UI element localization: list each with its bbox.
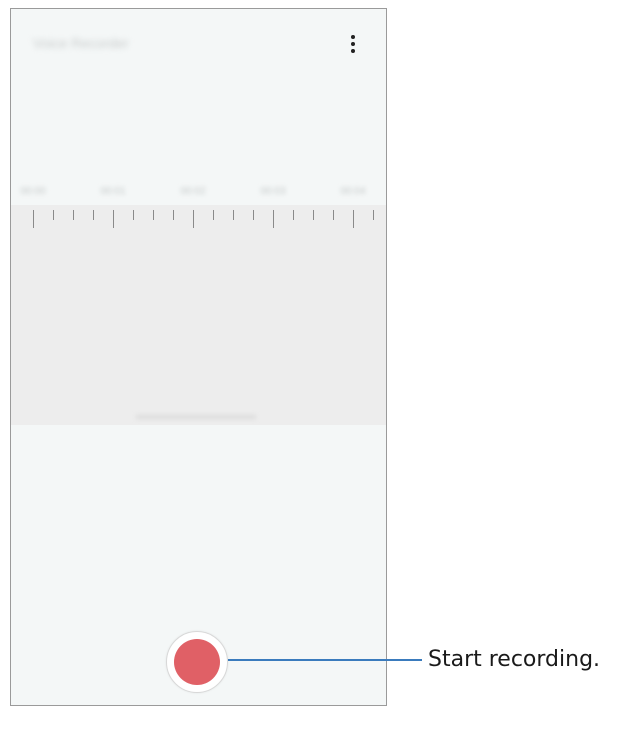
app-title: Voice Recorder [33,35,129,51]
waveform-area [11,205,386,425]
timeline-ruler [11,205,386,235]
ruler-tick [113,210,114,228]
ruler-tick [173,210,174,220]
ruler-tick [233,210,234,220]
ruler-tick [333,210,334,220]
waveform-placeholder [136,415,256,419]
callout-start-recording: Start recording. [428,647,601,672]
more-vertical-icon [351,35,355,39]
record-button[interactable] [166,631,228,693]
ruler-tick [213,210,214,220]
ruler-tick [253,210,254,220]
timeline-label: 00:03 [260,186,286,197]
ruler-tick [53,210,54,220]
phone-screen: Voice Recorder 00:00 00:01 00:02 00:03 0… [10,8,387,706]
timeline-labels: 00:00 00:01 00:02 00:03 00:04 [11,186,386,198]
ruler-tick [153,210,154,220]
ruler-tick [293,210,294,220]
timeline-label: 00:04 [340,186,366,197]
ruler-tick [353,210,354,228]
ruler-tick [373,210,374,220]
ruler-tick [133,210,134,220]
ruler-tick [73,210,74,220]
ruler-tick [33,210,34,228]
ruler-tick [313,210,314,220]
more-options-button[interactable] [341,29,365,59]
ruler-tick [93,210,94,220]
timeline-label: 00:02 [180,186,206,197]
ruler-tick [273,210,274,228]
callout-line [228,659,422,661]
record-icon [174,639,220,685]
timeline-label: 00:00 [20,186,46,197]
timeline-label: 00:01 [100,186,126,197]
ruler-tick [193,210,194,228]
